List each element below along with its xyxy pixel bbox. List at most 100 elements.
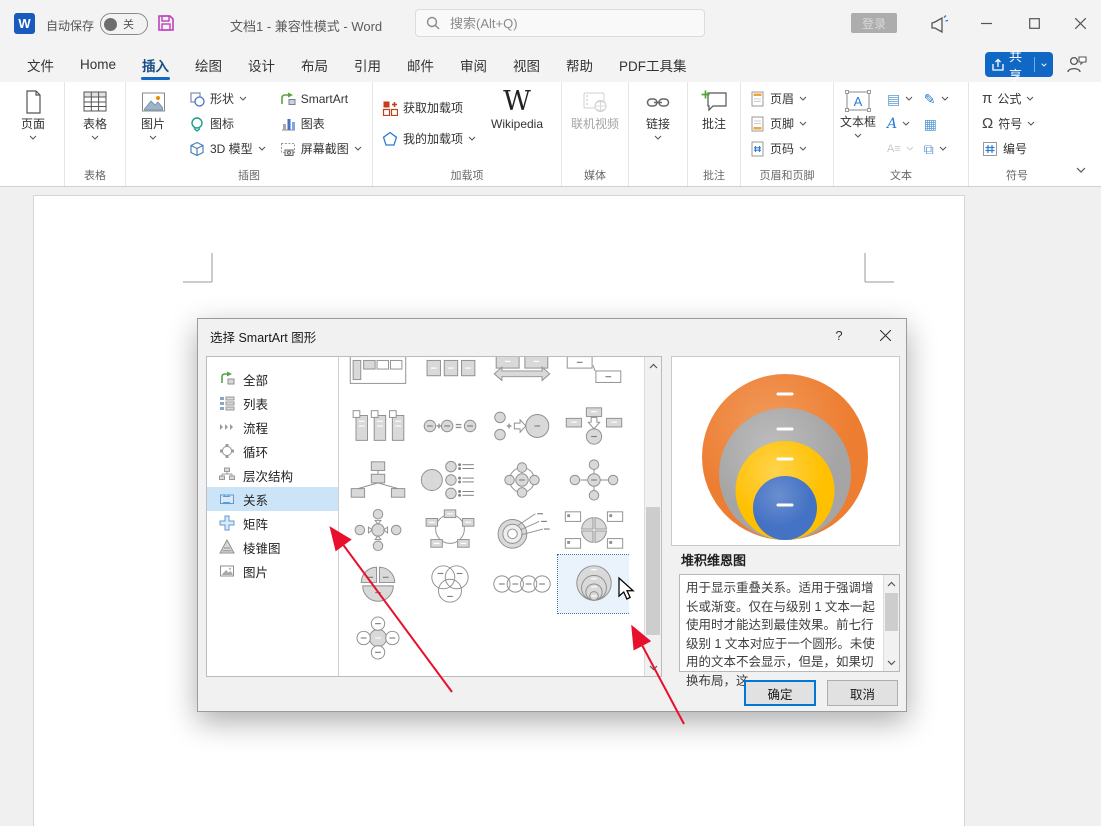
category-矩阵[interactable]: 矩阵 xyxy=(207,511,338,535)
tab-Home[interactable]: Home xyxy=(67,47,129,82)
tab-PDF工具集[interactable]: PDF工具集 xyxy=(606,47,700,82)
minimize-button[interactable] xyxy=(963,0,1009,47)
page-number-button[interactable]: 页码 xyxy=(747,136,810,161)
category-list: 全部 列表 流程 循环 层次结构 关系 矩阵 棱锥图 图片 xyxy=(207,357,339,676)
smartart-thumbnail-stacked-venn[interactable] xyxy=(557,554,629,614)
get-addins-button[interactable]: 获取加载项 xyxy=(379,92,479,123)
picture-button[interactable]: 图片 xyxy=(126,82,180,140)
feedback-megaphone-icon[interactable] xyxy=(928,13,950,35)
close-button[interactable] xyxy=(1057,0,1101,47)
smartart-thumbnail-organization-chart[interactable] xyxy=(346,455,410,505)
smartart-thumbnail-equation[interactable] xyxy=(418,401,482,451)
tab-审阅[interactable]: 审阅 xyxy=(447,47,500,82)
cancel-button[interactable]: 取消 xyxy=(827,680,898,706)
wordart-button[interactable]: A xyxy=(884,111,917,136)
header-button[interactable]: 页眉 xyxy=(747,86,810,111)
smartart-thumbnail-diverging-radial[interactable] xyxy=(562,455,626,505)
symbol-button[interactable]: Ω 符号 xyxy=(979,111,1038,136)
table-button[interactable]: 表格 xyxy=(68,82,122,140)
tab-帮助[interactable]: 帮助 xyxy=(553,47,606,82)
category-关系[interactable]: 关系 xyxy=(207,487,338,511)
autosave-toggle[interactable]: 关 xyxy=(100,13,148,35)
scroll-up-button[interactable] xyxy=(884,575,899,592)
table-icon xyxy=(83,91,107,112)
chart-button[interactable]: 图表 xyxy=(277,111,365,136)
smartart-thumbnail-arrow-ribbon[interactable] xyxy=(490,357,554,395)
smartart-thumbnail-converging-text[interactable] xyxy=(562,401,626,451)
signature-line-button[interactable]: ✎ xyxy=(921,86,952,111)
description-scrollbar[interactable] xyxy=(883,575,899,671)
chart-icon xyxy=(281,118,295,130)
search-box[interactable] xyxy=(415,9,705,37)
date-time-button[interactable]: ▦ xyxy=(921,111,952,136)
icons-button[interactable]: 图标 xyxy=(186,111,269,136)
tab-文件[interactable]: 文件 xyxy=(14,47,67,82)
footer-button[interactable]: 页脚 xyxy=(747,111,810,136)
tab-设计[interactable]: 设计 xyxy=(235,47,288,82)
scroll-down-button[interactable] xyxy=(645,659,661,676)
share-button[interactable]: 共享 xyxy=(985,49,1053,83)
scrollbar-thumb[interactable] xyxy=(646,507,660,635)
category-图片[interactable]: 图片 xyxy=(207,559,338,583)
quick-parts-button[interactable]: ▤ xyxy=(884,86,917,111)
login-button[interactable]: 登录 xyxy=(851,13,897,33)
category-棱锥图[interactable]: 棱锥图 xyxy=(207,535,338,559)
ribbon-group-link: 链接 xyxy=(629,82,688,186)
tab-布局[interactable]: 布局 xyxy=(288,47,341,82)
screenshot-button[interactable]: 屏幕截图 xyxy=(277,136,365,161)
collapse-ribbon-button[interactable] xyxy=(1068,160,1094,180)
object-button[interactable]: ⧉ xyxy=(921,136,952,161)
save-icon[interactable] xyxy=(156,13,176,33)
smartart-thumbnail-radial-venn[interactable] xyxy=(346,613,410,663)
comment-button[interactable]: 批注 xyxy=(688,82,740,131)
chevron-down-icon xyxy=(941,96,948,101)
smartart-thumbnail-opposing-ideas[interactable] xyxy=(562,357,626,395)
tab-插入[interactable]: 插入 xyxy=(129,47,182,82)
smartart-thumbnail-basic-venn[interactable] xyxy=(418,559,482,609)
shapes-button[interactable]: 形状 xyxy=(186,86,269,111)
scroll-up-button[interactable] xyxy=(645,357,661,374)
category-全部[interactable]: 全部 xyxy=(207,367,338,391)
category-层次结构[interactable]: 层次结构 xyxy=(207,463,338,487)
3d-model-button[interactable]: 3D 模型 xyxy=(186,136,269,161)
smartart-thumbnail-vertical-block-list[interactable] xyxy=(346,401,410,451)
my-addins-button[interactable]: 我的加载项 xyxy=(379,123,479,154)
smartart-thumbnail-radial-list[interactable] xyxy=(418,455,482,505)
smartart-thumbnail-basic-radial[interactable] xyxy=(490,455,554,505)
smartart-thumbnail-radial-cluster[interactable] xyxy=(490,505,554,555)
smartart-thumbnail-opposing-forces[interactable] xyxy=(562,505,626,555)
gallery-scrollbar[interactable] xyxy=(644,357,661,676)
smartart-thumbnail-grouped-list[interactable] xyxy=(346,357,410,395)
person-comment-icon[interactable] xyxy=(1066,54,1088,74)
scroll-down-button[interactable] xyxy=(884,654,899,671)
tab-邮件[interactable]: 邮件 xyxy=(394,47,447,82)
smartart-thumbnail-counterbalance-arrows[interactable] xyxy=(490,401,554,451)
maximize-button[interactable] xyxy=(1011,0,1057,47)
smartart-thumbnail-linear-venn[interactable] xyxy=(490,559,554,609)
smartart-thumbnail-segmented-pie[interactable] xyxy=(346,559,410,609)
chevron-down-icon xyxy=(1041,62,1047,67)
dialog-close-button[interactable] xyxy=(870,324,900,346)
category-流程[interactable]: 流程 xyxy=(207,415,338,439)
dialog-help-button[interactable]: ? xyxy=(828,324,850,346)
equation-button[interactable]: π 公式 xyxy=(979,86,1038,111)
tab-视图[interactable]: 视图 xyxy=(500,47,553,82)
smartart-thumbnail-nondirectional-cycle[interactable] xyxy=(418,505,482,555)
header-label: 页眉 xyxy=(770,92,795,106)
textbox-button[interactable]: A 文本框 xyxy=(834,82,882,138)
link-button[interactable]: 链接 xyxy=(631,82,685,140)
category-列表[interactable]: 列表 xyxy=(207,391,338,415)
search-input[interactable] xyxy=(448,14,694,32)
smartart-thumbnail-converging-radial[interactable] xyxy=(346,505,410,555)
scrollbar-thumb[interactable] xyxy=(885,593,898,631)
ok-button[interactable]: 确定 xyxy=(744,680,816,706)
tab-引用[interactable]: 引用 xyxy=(341,47,394,82)
smartart-thumbnail-accent-block-list[interactable] xyxy=(418,357,482,395)
wikipedia-button[interactable]: W Wikipedia xyxy=(481,82,553,131)
icons-icon xyxy=(191,116,203,132)
category-循环[interactable]: 循环 xyxy=(207,439,338,463)
smartart-button[interactable]: SmartArt xyxy=(277,86,365,111)
pages-button[interactable]: 页面 xyxy=(6,82,60,140)
numbering-button[interactable]: 编号 xyxy=(979,136,1038,161)
tab-绘图[interactable]: 绘图 xyxy=(182,47,235,82)
